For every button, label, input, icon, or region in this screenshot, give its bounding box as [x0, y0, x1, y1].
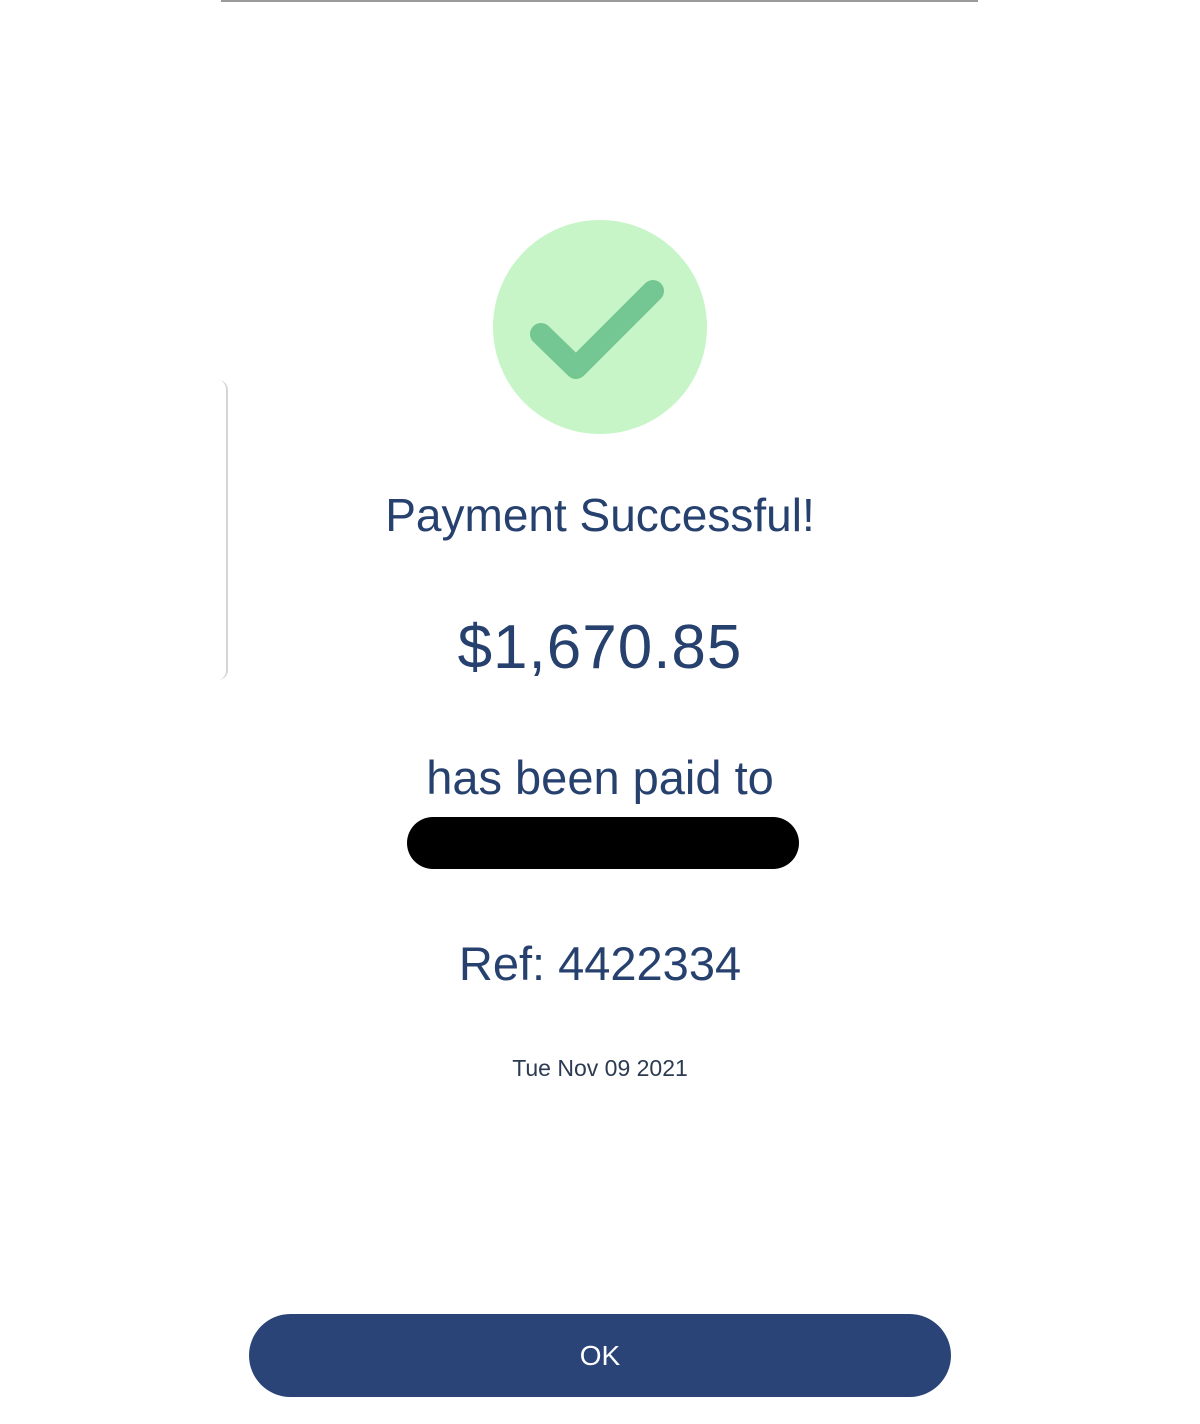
top-divider — [221, 0, 978, 2]
payment-amount: $1,670.85 — [457, 613, 743, 682]
page-title: Payment Successful! — [385, 489, 815, 541]
ok-button[interactable]: OK — [249, 1314, 951, 1397]
payment-date: Tue Nov 09 2021 — [512, 1055, 688, 1081]
success-badge — [493, 220, 707, 434]
reference-number: Ref: 4422334 — [458, 937, 742, 990]
recipient-redaction — [407, 817, 799, 869]
paid-to-label: has been paid to — [426, 751, 774, 804]
checkmark-icon — [530, 280, 664, 379]
